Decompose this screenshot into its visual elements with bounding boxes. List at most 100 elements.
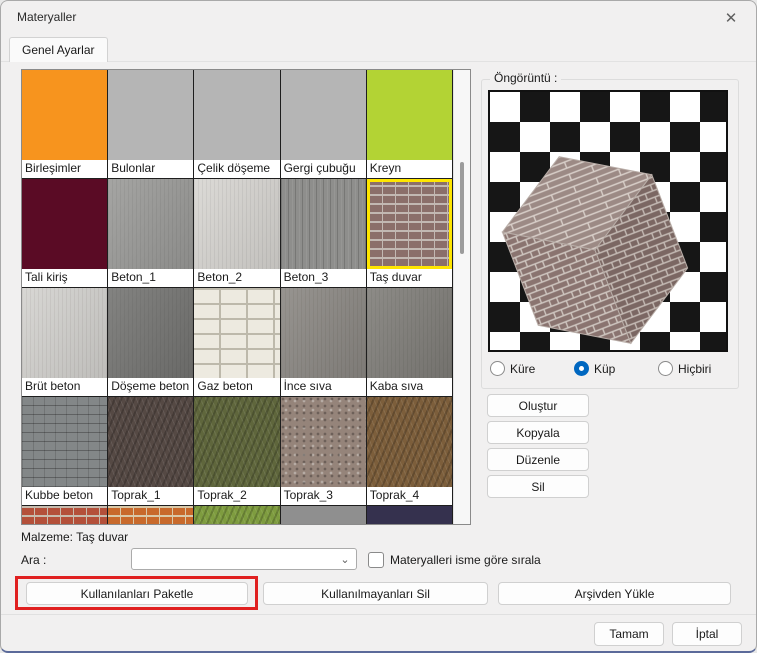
- material-cell[interactable]: Gergi çubuğu: [280, 70, 366, 178]
- material-label: Kubbe beton: [22, 487, 108, 505]
- material-thumbnail[interactable]: [108, 397, 194, 487]
- material-thumbnail[interactable]: [22, 70, 108, 160]
- material-cell[interactable]: Gaz beton: [194, 288, 280, 396]
- radio-hicbiri[interactable]: Hiçbiri: [658, 361, 711, 376]
- material-thumbnail[interactable]: [108, 179, 194, 269]
- material-thumbnail[interactable]: [194, 288, 280, 378]
- material-cell[interactable]: Döşeme beton: [108, 288, 194, 396]
- material-thumbnail[interactable]: [280, 397, 366, 487]
- radio-kure[interactable]: Küre: [490, 361, 535, 376]
- material-cell[interactable]: Brüt beton: [22, 288, 108, 396]
- material-thumbnail[interactable]: [108, 288, 194, 378]
- material-cell[interactable]: Taş duvar: [366, 179, 452, 287]
- material-thumbnail[interactable]: [366, 288, 452, 378]
- material-thumbnail[interactable]: [22, 397, 108, 487]
- brick-cube-preview: [501, 156, 689, 345]
- material-thumbnail[interactable]: [194, 179, 280, 269]
- radio-circle-icon: [490, 361, 505, 376]
- materials-scrollbar[interactable]: [453, 70, 470, 524]
- sort-by-name-checkbox[interactable]: Materyalleri isme göre sırala: [368, 552, 541, 568]
- material-thumbnail[interactable]: [22, 288, 108, 378]
- scrollbar-thumb[interactable]: [460, 162, 464, 254]
- material-thumbnail[interactable]: [280, 506, 366, 524]
- material-cell[interactable]: Toprak_4: [366, 397, 452, 505]
- preview-group-label: Öngörüntü :: [490, 71, 562, 85]
- checkbox-icon: [368, 552, 384, 568]
- selected-material-label: Malzeme: Taş duvar: [21, 530, 129, 544]
- material-thumbnail[interactable]: [366, 397, 452, 487]
- preview-shape-radios: Küre Küp Hiçbiri: [482, 361, 738, 383]
- footer-divider: [1, 614, 756, 615]
- material-label: Toprak_1: [108, 487, 194, 505]
- close-icon[interactable]: ✕: [720, 7, 742, 29]
- material-cell[interactable]: Kaba sıva: [366, 288, 452, 396]
- material-thumbnail[interactable]: [280, 70, 366, 160]
- material-cell[interactable]: Bulonlar: [108, 70, 194, 178]
- tab-genel-ayarlar[interactable]: Genel Ayarlar: [9, 37, 108, 62]
- material-cell[interactable]: Tali kiriş: [22, 179, 108, 287]
- material-thumbnail[interactable]: [366, 70, 452, 160]
- kullanilmayanlari-sil-button[interactable]: Kullanılmayanları Sil: [263, 582, 488, 605]
- materials-listbox: Birleşimler Bulonlar Çelik döşeme Gergi çub…: [21, 69, 471, 525]
- material-cell[interactable]: [366, 506, 452, 524]
- tab-divider: [1, 61, 756, 62]
- materials-dialog: Materyaller ✕ Genel Ayarlar Birleşimler B…: [0, 0, 757, 653]
- chevron-down-icon[interactable]: ⌄: [334, 553, 356, 566]
- material-thumbnail[interactable]: [108, 70, 194, 160]
- duzenle-button[interactable]: Düzenle: [487, 448, 589, 471]
- search-label: Ara :: [21, 553, 47, 567]
- search-input[interactable]: [132, 552, 334, 566]
- material-thumbnail[interactable]: [280, 179, 366, 269]
- sil-button[interactable]: Sil: [487, 475, 589, 498]
- material-label: Döşeme beton: [108, 378, 194, 396]
- material-cell[interactable]: Toprak_3: [280, 397, 366, 505]
- radio-kup[interactable]: Küp: [574, 361, 615, 376]
- material-cell[interactable]: [22, 506, 108, 524]
- tamam-button[interactable]: Tamam: [594, 622, 664, 646]
- material-cell[interactable]: İnce sıva: [280, 288, 366, 396]
- material-thumbnail[interactable]: [108, 506, 194, 524]
- material-label: Kreyn: [366, 160, 452, 178]
- material-cell[interactable]: Beton_1: [108, 179, 194, 287]
- olustur-button[interactable]: Oluştur: [487, 394, 589, 417]
- material-thumbnail[interactable]: [280, 288, 366, 378]
- material-cell[interactable]: [280, 506, 366, 524]
- material-label: Toprak_2: [194, 487, 280, 505]
- radio-kup-label: Küp: [594, 361, 616, 376]
- kopyala-button[interactable]: Kopyala: [487, 421, 589, 444]
- radio-kure-label: Küre: [510, 361, 536, 376]
- radio-circle-icon: [574, 361, 589, 376]
- material-label: Beton_2: [194, 269, 280, 287]
- material-label: İnce sıva: [280, 378, 366, 396]
- kullanilanlari-paketle-button[interactable]: Kullanılanları Paketle: [26, 582, 248, 605]
- material-thumbnail[interactable]: [22, 179, 108, 269]
- material-thumbnail[interactable]: [366, 179, 452, 269]
- material-cell[interactable]: Çelik döşeme: [194, 70, 280, 178]
- material-cell[interactable]: Toprak_2: [194, 397, 280, 505]
- material-cell[interactable]: Kreyn: [366, 70, 452, 178]
- material-thumbnail[interactable]: [194, 70, 280, 160]
- material-thumbnail[interactable]: [194, 397, 280, 487]
- material-label: Gaz beton: [194, 378, 280, 396]
- material-cell[interactable]: [194, 506, 280, 524]
- material-cell[interactable]: Beton_3: [280, 179, 366, 287]
- materials-grid: Birleşimler Bulonlar Çelik döşeme Gergi çub…: [22, 70, 453, 524]
- material-cell[interactable]: Birleşimler: [22, 70, 108, 178]
- material-label: Bulonlar: [108, 160, 194, 178]
- material-cell[interactable]: Kubbe beton: [22, 397, 108, 505]
- material-thumbnail[interactable]: [366, 506, 452, 524]
- arsivden-yukle-button[interactable]: Arşivden Yükle: [498, 582, 731, 605]
- material-label: Taş duvar: [366, 269, 452, 287]
- radio-hicbiri-label: Hiçbiri: [678, 361, 712, 376]
- search-combobox[interactable]: ⌄: [131, 548, 357, 570]
- iptal-button[interactable]: İptal: [672, 622, 742, 646]
- material-cell[interactable]: [108, 506, 194, 524]
- material-thumbnail[interactable]: [194, 506, 280, 524]
- material-thumbnail[interactable]: [22, 506, 108, 524]
- material-label: Tali kiriş: [22, 269, 108, 287]
- material-label: Beton_1: [108, 269, 194, 287]
- material-cell[interactable]: Beton_2: [194, 179, 280, 287]
- material-cell[interactable]: Toprak_1: [108, 397, 194, 505]
- tab-label: Genel Ayarlar: [22, 43, 95, 57]
- dialog-title: Materyaller: [17, 10, 77, 24]
